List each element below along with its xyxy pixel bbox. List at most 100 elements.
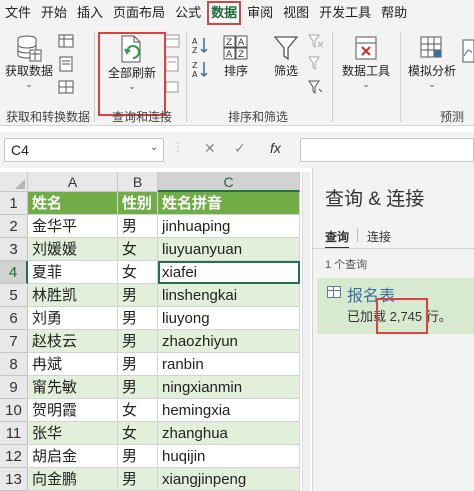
row-header[interactable]: 8 bbox=[0, 353, 28, 376]
svg-text:A: A bbox=[238, 38, 245, 48]
advanced-filter-button[interactable] bbox=[308, 80, 324, 97]
cell-pinyin[interactable]: zhaozhiyun bbox=[158, 330, 300, 353]
cell-gender[interactable]: 男 bbox=[118, 353, 158, 376]
cell-gender[interactable]: 男 bbox=[118, 468, 158, 491]
row-header[interactable]: 3 bbox=[0, 238, 28, 261]
cell-gender[interactable]: 男 bbox=[118, 307, 158, 330]
tab-review[interactable]: 审阅 bbox=[242, 0, 278, 26]
cell-pinyin[interactable]: liuyuanyuan bbox=[158, 238, 300, 261]
what-if-analysis-button[interactable]: 模拟分析 ⌄ bbox=[404, 34, 460, 89]
cell-name[interactable]: 冉斌 bbox=[28, 353, 118, 376]
cell-name[interactable]: 夏菲 bbox=[28, 261, 118, 284]
enter-icon[interactable]: ✓ bbox=[234, 140, 246, 157]
cell-gender[interactable]: 男 bbox=[118, 215, 158, 238]
tab-insert[interactable]: 插入 bbox=[72, 0, 108, 26]
row-header[interactable]: 9 bbox=[0, 376, 28, 399]
cell-gender[interactable]: 男 bbox=[118, 330, 158, 353]
header-cell-pinyin[interactable]: 姓名拼音 bbox=[158, 192, 300, 215]
column-header-b[interactable]: B bbox=[118, 172, 158, 192]
cell-name[interactable]: 林胜凯 bbox=[28, 284, 118, 307]
cell-name[interactable]: 刘媛媛 bbox=[28, 238, 118, 261]
cell-gender[interactable]: 女 bbox=[118, 422, 158, 445]
tab-formulas[interactable]: 公式 bbox=[170, 0, 206, 26]
row-header[interactable]: 5 bbox=[0, 284, 28, 307]
tab-home[interactable]: 开始 bbox=[36, 0, 72, 26]
ribbon: 获取数据 ⌄ 全部刷新 ⌄ AZ ZA Z A A Z 排序 筛选 数据工具 ⌄… bbox=[0, 26, 474, 126]
insert-function-button[interactable]: fx bbox=[270, 140, 281, 156]
tab-data[interactable]: 数据 bbox=[206, 0, 243, 26]
cell-pinyin[interactable]: linshengkai bbox=[158, 284, 300, 307]
tab-connections[interactable]: 连接 bbox=[367, 228, 391, 245]
vertical-scrollbar[interactable] bbox=[302, 172, 310, 491]
header-cell-name[interactable]: 姓名 bbox=[28, 192, 118, 215]
name-box[interactable]: C4 bbox=[4, 138, 164, 162]
row-header[interactable]: 10 bbox=[0, 399, 28, 422]
cell-pinyin[interactable]: liuyong bbox=[158, 307, 300, 330]
get-data-button[interactable]: 获取数据 ⌄ bbox=[4, 34, 54, 89]
cancel-icon[interactable]: ✕ bbox=[204, 140, 216, 157]
cell-gender[interactable]: 女 bbox=[118, 261, 158, 284]
queries-connections-button[interactable] bbox=[164, 34, 180, 51]
cell-gender[interactable]: 男 bbox=[118, 284, 158, 307]
chevron-down-icon[interactable]: ⌄ bbox=[150, 142, 158, 153]
row-header[interactable]: 7 bbox=[0, 330, 28, 353]
group-separator bbox=[94, 32, 95, 122]
row-header[interactable]: 13 bbox=[0, 468, 28, 491]
sort-descending-button[interactable]: ZA bbox=[192, 60, 210, 81]
cell-name[interactable]: 金华平 bbox=[28, 215, 118, 238]
data-tools-button[interactable]: 数据工具 ⌄ bbox=[338, 34, 394, 89]
tab-view[interactable]: 视图 bbox=[278, 0, 314, 26]
cell-name[interactable]: 刘勇 bbox=[28, 307, 118, 330]
row-header[interactable]: 6 bbox=[0, 307, 28, 330]
cell-pinyin[interactable]: huqijin bbox=[158, 445, 300, 468]
pane-divider bbox=[313, 248, 474, 249]
sort-button[interactable]: Z A A Z 排序 bbox=[216, 34, 256, 79]
row-header[interactable]: 4 bbox=[0, 261, 28, 284]
cell-name[interactable]: 胡启金 bbox=[28, 445, 118, 468]
cell-name[interactable]: 张华 bbox=[28, 422, 118, 445]
cell-name[interactable]: 甯先敏 bbox=[28, 376, 118, 399]
formula-input[interactable] bbox=[300, 138, 474, 162]
cell-pinyin[interactable]: hemingxia bbox=[158, 399, 300, 422]
forecast-sheet-button[interactable] bbox=[462, 38, 474, 67]
column-header-c[interactable]: C bbox=[158, 172, 300, 192]
sort-icon: Z A A Z bbox=[223, 35, 248, 60]
row-header[interactable]: 11 bbox=[0, 422, 28, 445]
cell-pinyin[interactable]: xiangjinpeng bbox=[158, 468, 300, 491]
sort-ascending-button[interactable]: AZ bbox=[192, 36, 210, 57]
existing-connections-button[interactable] bbox=[58, 80, 74, 97]
row-header[interactable]: 1 bbox=[0, 192, 28, 215]
clear-filter-button[interactable] bbox=[308, 34, 324, 51]
link-icon bbox=[165, 81, 179, 93]
table-icon bbox=[327, 286, 341, 298]
tab-queries[interactable]: 查询 bbox=[325, 228, 350, 249]
recent-sources-button[interactable] bbox=[58, 56, 74, 75]
tab-developer[interactable]: 开发工具 bbox=[314, 0, 376, 26]
row-header[interactable]: 2 bbox=[0, 215, 28, 238]
edit-links-button[interactable] bbox=[164, 80, 180, 97]
cell-name[interactable]: 向金鹏 bbox=[28, 468, 118, 491]
cell-pinyin[interactable]: xiafei bbox=[158, 261, 300, 284]
reapply-button[interactable] bbox=[308, 56, 324, 73]
header-cell-gender[interactable]: 性别 bbox=[118, 192, 158, 215]
cell-gender[interactable]: 女 bbox=[118, 238, 158, 261]
tab-page-layout[interactable]: 页面布局 bbox=[108, 0, 170, 26]
column-header-a[interactable]: A bbox=[28, 172, 118, 192]
cell-pinyin[interactable]: zhanghua bbox=[158, 422, 300, 445]
cell-gender[interactable]: 女 bbox=[118, 399, 158, 422]
cell-name[interactable]: 贺明霞 bbox=[28, 399, 118, 422]
filter-button[interactable]: 筛选 bbox=[266, 34, 306, 79]
cell-pinyin[interactable]: jinhuaping bbox=[158, 215, 300, 238]
tab-file[interactable]: 文件 bbox=[0, 0, 36, 26]
properties-button[interactable] bbox=[164, 56, 180, 75]
cell-pinyin[interactable]: ranbin bbox=[158, 353, 300, 376]
from-table-button[interactable] bbox=[58, 34, 74, 51]
table-icon bbox=[58, 34, 74, 48]
cell-pinyin[interactable]: ningxianmin bbox=[158, 376, 300, 399]
cell-gender[interactable]: 男 bbox=[118, 445, 158, 468]
row-header[interactable]: 12 bbox=[0, 445, 28, 468]
select-all-corner[interactable] bbox=[0, 172, 28, 192]
cell-name[interactable]: 赵枝云 bbox=[28, 330, 118, 353]
tab-help[interactable]: 帮助 bbox=[376, 0, 412, 26]
cell-gender[interactable]: 男 bbox=[118, 376, 158, 399]
